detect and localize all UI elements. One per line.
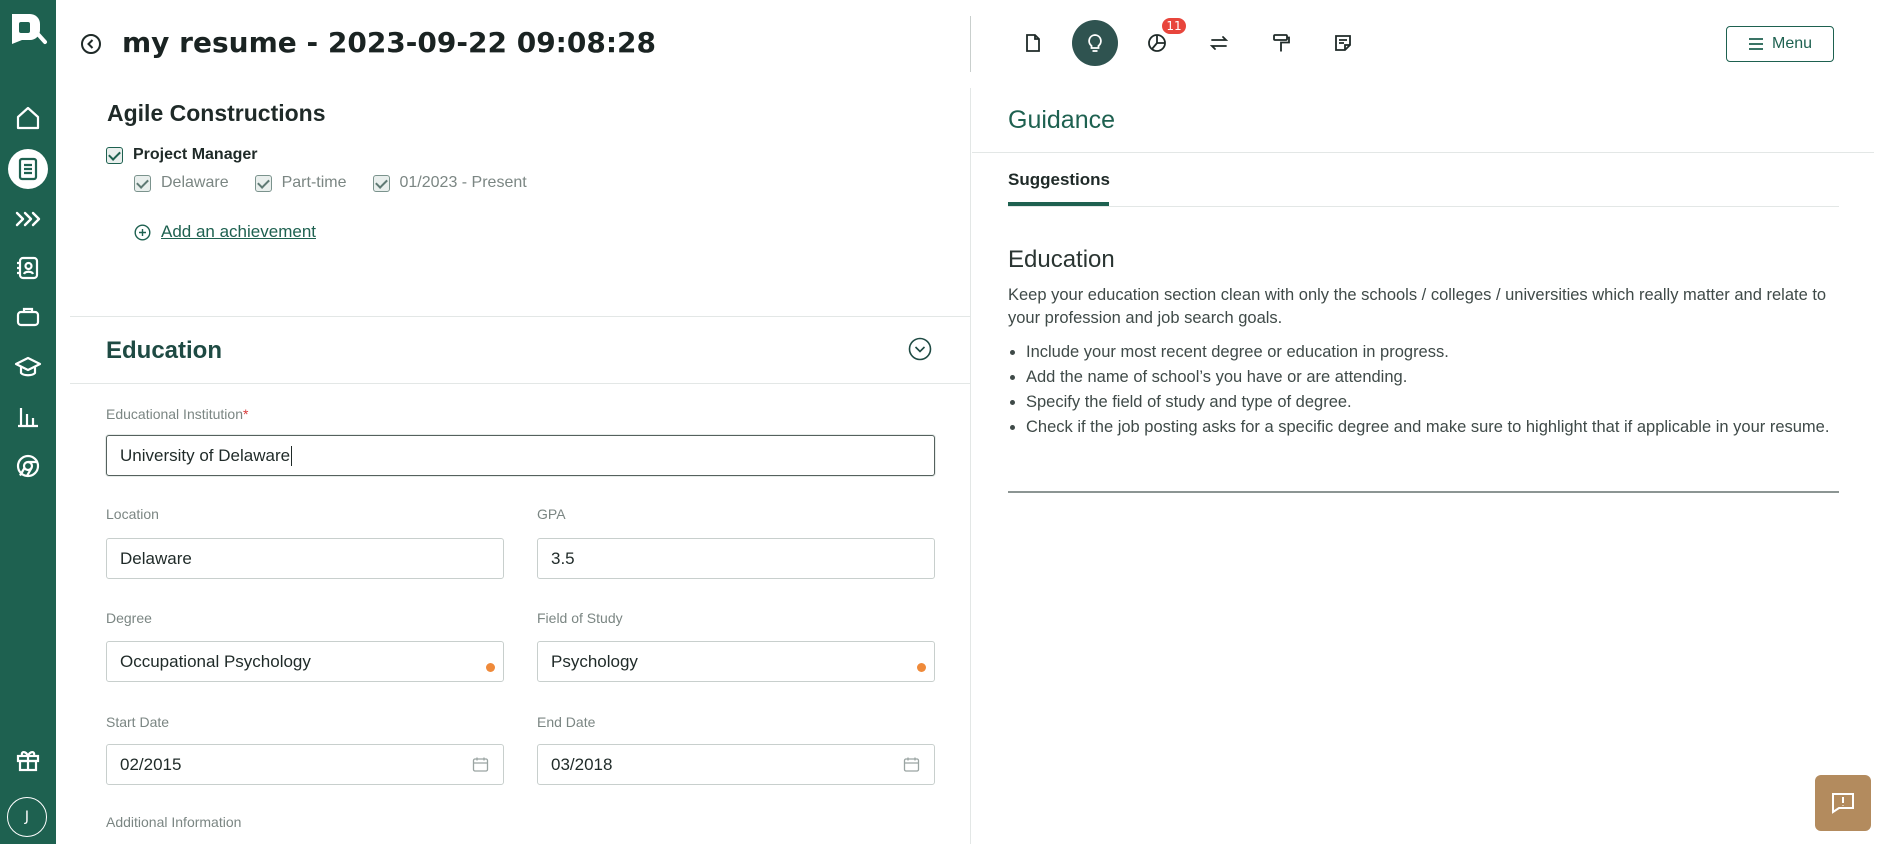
contact-card-icon <box>17 256 39 280</box>
start-date-input[interactable]: 02/2015 <box>106 744 504 785</box>
sidebar-item-briefcase[interactable] <box>8 297 48 337</box>
divider <box>1008 491 1839 493</box>
degree-label: Degree <box>106 610 152 626</box>
chevrons-right-icon <box>15 211 41 227</box>
feedback-icon <box>1832 793 1854 814</box>
sidebar: J <box>0 0 56 844</box>
sidebar-item-education[interactable] <box>8 347 48 387</box>
field-of-study-input[interactable]: Psychology <box>537 641 935 682</box>
hamburger-icon <box>1748 38 1763 50</box>
institution-input[interactable]: University of Delaware <box>106 435 935 476</box>
education-section-title: Education <box>106 337 223 364</box>
chevron-down-icon[interactable] <box>908 337 932 361</box>
job-title-checkbox[interactable] <box>106 146 123 164</box>
resume-editor: Agile Constructions Project Manager Dela… <box>70 88 971 844</box>
tool-guidance[interactable] <box>1072 20 1118 66</box>
guidance-intro: Keep your education section clean with o… <box>1008 286 1827 327</box>
bar-chart-icon <box>18 408 38 428</box>
end-date-label: End Date <box>537 714 596 730</box>
gpa-label: GPA <box>537 506 566 522</box>
tool-notes[interactable] <box>1320 20 1366 66</box>
guidance-panel: Guidance Suggestions Education Keep your… <box>972 88 1874 844</box>
guidance-heading: Education <box>1008 246 1115 273</box>
location-checkbox[interactable] <box>134 174 151 192</box>
job-meta-row: Delaware Part-time 01/2023 - Present <box>134 174 543 192</box>
menu-button[interactable]: Menu <box>1726 26 1834 62</box>
home-icon <box>16 106 40 130</box>
page-title[interactable]: my resume - 2023-09-22 09:08:28 <box>122 26 656 59</box>
list-item: Specify the field of study and type of d… <box>1026 390 1836 415</box>
pie-chart-icon <box>1148 34 1166 52</box>
job-title-row: Project Manager <box>106 146 257 164</box>
field-of-study-label: Field of Study <box>537 610 623 626</box>
company-name[interactable]: Agile Constructions <box>107 100 326 127</box>
job-title: Project Manager <box>133 146 258 163</box>
job-employment-type: Part-time <box>281 174 347 191</box>
divider <box>1008 206 1839 207</box>
gift-icon <box>16 751 40 772</box>
menu-label: Menu <box>1771 35 1813 52</box>
document-icon <box>18 157 38 181</box>
warning-dot <box>486 663 495 672</box>
tool-score[interactable]: 11 <box>1134 16 1188 66</box>
sidebar-item-jobs[interactable] <box>8 199 48 239</box>
tool-document[interactable] <box>1010 20 1056 66</box>
sidebar-item-gift[interactable] <box>8 740 48 780</box>
calendar-icon[interactable] <box>903 756 920 773</box>
gpa-input[interactable]: 3.5 <box>537 538 935 579</box>
tool-design[interactable] <box>1258 20 1304 66</box>
header-divider <box>970 16 971 72</box>
degree-input[interactable]: Occupational Psychology <box>106 641 504 682</box>
toolbar: 11 <box>1010 16 1366 66</box>
feedback-button[interactable] <box>1815 775 1871 831</box>
avatar[interactable]: J <box>7 797 47 837</box>
education-section-header[interactable]: Education <box>70 316 970 384</box>
guidance-tips: Include your most recent degree or educa… <box>1026 340 1836 440</box>
dates-checkbox[interactable] <box>372 174 390 192</box>
header: my resume - 2023-09-22 09:08:28 <box>56 0 971 88</box>
chrome-icon <box>16 454 40 478</box>
list-item: Add the name of school’s you have or are… <box>1026 365 1836 390</box>
back-arrow-icon[interactable] <box>80 33 102 55</box>
lightbulb-icon <box>1088 34 1102 52</box>
sidebar-item-resumes[interactable] <box>8 149 48 189</box>
list-item: Include your most recent degree or educa… <box>1026 340 1836 365</box>
app-logo[interactable] <box>6 10 48 46</box>
notification-badge: 11 <box>1160 16 1188 36</box>
start-date-label: Start Date <box>106 714 170 730</box>
employment-type-checkbox[interactable] <box>254 174 272 192</box>
calendar-icon[interactable] <box>472 756 489 773</box>
location-label: Location <box>106 506 159 522</box>
tool-compare[interactable] <box>1196 20 1242 66</box>
add-achievement-label: Add an achievement <box>161 222 316 241</box>
end-date-input[interactable]: 03/2018 <box>537 744 935 785</box>
job-dates: 01/2023 - Present <box>399 174 527 191</box>
guidance-title: Guidance <box>1008 106 1116 134</box>
divider <box>972 152 1874 153</box>
tab-suggestions[interactable]: Suggestions <box>1008 170 1110 190</box>
add-achievement-link[interactable]: Add an achievement <box>134 222 316 242</box>
graduation-cap-icon <box>14 356 42 377</box>
list-item: Check if the job posting asks for a spec… <box>1026 415 1836 440</box>
sticky-note-icon <box>1335 35 1351 51</box>
sidebar-item-contacts[interactable] <box>8 248 48 288</box>
sidebar-item-analytics[interactable] <box>8 396 48 436</box>
paint-roller-icon <box>1273 34 1290 52</box>
institution-label: Educational Institution* <box>106 406 249 422</box>
document-icon <box>1026 34 1040 52</box>
sidebar-item-home[interactable] <box>8 98 48 138</box>
warning-dot <box>917 663 926 672</box>
additional-info-label: Additional Information <box>106 814 242 830</box>
plus-circle-icon <box>134 223 151 241</box>
briefcase-icon <box>16 307 40 327</box>
sidebar-item-chrome[interactable] <box>8 446 48 486</box>
location-input[interactable]: Delaware <box>106 538 504 579</box>
job-location: Delaware <box>161 174 229 191</box>
swap-arrows-icon <box>1209 36 1229 50</box>
